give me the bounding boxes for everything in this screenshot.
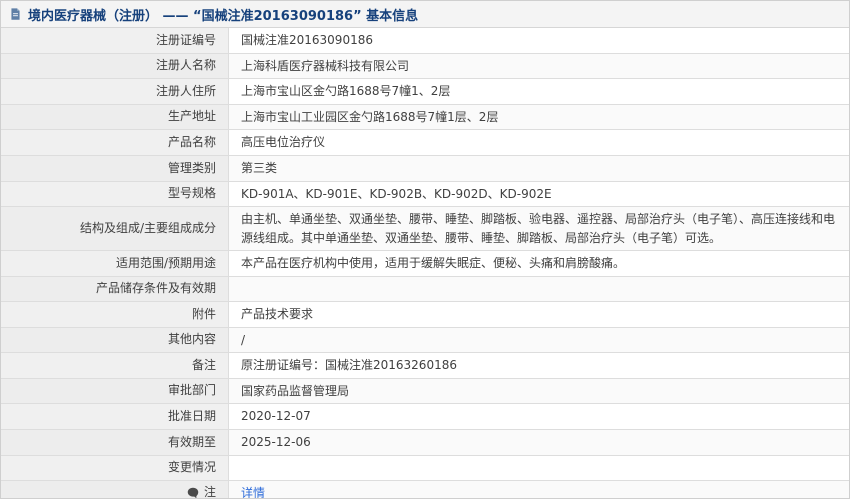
row-label-cell: 批准日期 <box>1 404 229 429</box>
table-row: 产品名称 高压电位治疗仪 <box>1 130 849 156</box>
table-row: 附件 产品技术要求 <box>1 302 849 328</box>
row-label: 备注 <box>192 357 216 374</box>
row-label-cell: 附件 <box>1 302 229 327</box>
row-label: 注 <box>204 484 216 499</box>
row-value: 上海科盾医疗器械科技有限公司 <box>229 54 849 79</box>
row-label-cell: 审批部门 <box>1 379 229 404</box>
row-label: 管理类别 <box>168 160 216 177</box>
row-label-cell: 有效期至 <box>1 430 229 455</box>
table-row: 结构及组成/主要组成成分 由主机、单通坐垫、双通坐垫、腰带、睡垫、脚踏板、验电器… <box>1 207 849 251</box>
row-value: 第三类 <box>229 156 849 181</box>
row-label-cell: 其他内容 <box>1 328 229 353</box>
row-label: 审批部门 <box>168 382 216 399</box>
row-label-cell: 生产地址 <box>1 105 229 130</box>
row-label-cell: 产品名称 <box>1 130 229 155</box>
table-row: 注 详情 <box>1 481 849 499</box>
note-icon <box>187 487 199 499</box>
row-label: 有效期至 <box>168 434 216 451</box>
row-label-cell: 注册人名称 <box>1 54 229 79</box>
row-label: 附件 <box>192 306 216 323</box>
row-label-cell: 结构及组成/主要组成成分 <box>1 207 229 250</box>
table-row: 型号规格 KD-901A、KD-901E、KD-902B、KD-902D、KD-… <box>1 182 849 208</box>
detail-link[interactable]: 详情 <box>241 484 265 499</box>
row-value: 产品技术要求 <box>229 302 849 327</box>
row-label-cell: 注册人住所 <box>1 79 229 104</box>
table-row: 有效期至 2025-12-06 <box>1 430 849 456</box>
page-title-bar: 境内医疗器械（注册） —— “国械注准20163090186” 基本信息 <box>1 1 849 28</box>
row-label-cell: 注 <box>1 481 229 499</box>
row-label: 批准日期 <box>168 408 216 425</box>
row-label-cell: 管理类别 <box>1 156 229 181</box>
table-row: 审批部门 国家药品监督管理局 <box>1 379 849 405</box>
table-row: 批准日期 2020-12-07 <box>1 404 849 430</box>
row-label-cell: 产品储存条件及有效期 <box>1 277 229 301</box>
row-label-cell: 注册证编号 <box>1 28 229 53</box>
table-row: 备注 原注册证编号：国械注准20163260186 <box>1 353 849 379</box>
row-value: 国家药品监督管理局 <box>229 379 849 404</box>
row-value: KD-901A、KD-901E、KD-902B、KD-902D、KD-902E <box>229 182 849 207</box>
table-row: 注册人名称 上海科盾医疗器械科技有限公司 <box>1 54 849 80</box>
row-label: 注册人住所 <box>156 83 216 100</box>
row-label: 产品储存条件及有效期 <box>96 280 216 297</box>
info-table: 注册证编号 国械注准20163090186 注册人名称 上海科盾医疗器械科技有限… <box>1 28 849 499</box>
row-value <box>229 456 849 480</box>
row-value: 国械注准20163090186 <box>229 28 849 53</box>
row-value: 详情 <box>229 481 849 499</box>
row-label-cell: 变更情况 <box>1 456 229 480</box>
row-value: 2025-12-06 <box>229 430 849 455</box>
row-value: 高压电位治疗仪 <box>229 130 849 155</box>
row-label: 产品名称 <box>168 134 216 151</box>
registration-info-page: 境内医疗器械（注册） —— “国械注准20163090186” 基本信息 注册证… <box>0 0 850 499</box>
table-row: 变更情况 <box>1 456 849 481</box>
table-row: 生产地址 上海市宝山工业园区金勺路1688号7幢1层、2层 <box>1 105 849 131</box>
row-value: 由主机、单通坐垫、双通坐垫、腰带、睡垫、脚踏板、验电器、遥控器、局部治疗头（电子… <box>229 207 849 250</box>
row-value: 上海市宝山区金勺路1688号7幢1、2层 <box>229 79 849 104</box>
row-label-cell: 适用范围/预期用途 <box>1 251 229 276</box>
row-label: 生产地址 <box>168 108 216 125</box>
row-label: 注册证编号 <box>156 32 216 49</box>
row-label-cell: 备注 <box>1 353 229 378</box>
row-label: 型号规格 <box>168 185 216 202</box>
row-label: 变更情况 <box>168 459 216 476</box>
row-label: 适用范围/预期用途 <box>116 255 216 272</box>
row-label: 其他内容 <box>168 331 216 348</box>
document-icon <box>9 7 22 21</box>
row-value: 原注册证编号：国械注准20163260186 <box>229 353 849 378</box>
table-row: 管理类别 第三类 <box>1 156 849 182</box>
table-row: 其他内容 / <box>1 328 849 354</box>
row-value: 上海市宝山工业园区金勺路1688号7幢1层、2层 <box>229 105 849 130</box>
row-value: / <box>229 328 849 353</box>
row-label: 结构及组成/主要组成成分 <box>80 220 216 237</box>
row-value <box>229 277 849 301</box>
row-value: 本产品在医疗机构中使用，适用于缓解失眠症、便秘、头痛和肩膀酸痛。 <box>229 251 849 276</box>
table-row: 注册证编号 国械注准20163090186 <box>1 28 849 54</box>
table-row: 注册人住所 上海市宝山区金勺路1688号7幢1、2层 <box>1 79 849 105</box>
row-label: 注册人名称 <box>156 57 216 74</box>
table-row: 适用范围/预期用途 本产品在医疗机构中使用，适用于缓解失眠症、便秘、头痛和肩膀酸… <box>1 251 849 277</box>
row-label-cell: 型号规格 <box>1 182 229 207</box>
page-title: 境内医疗器械（注册） —— “国械注准20163090186” 基本信息 <box>28 5 418 24</box>
row-value: 2020-12-07 <box>229 404 849 429</box>
table-row: 产品储存条件及有效期 <box>1 277 849 302</box>
